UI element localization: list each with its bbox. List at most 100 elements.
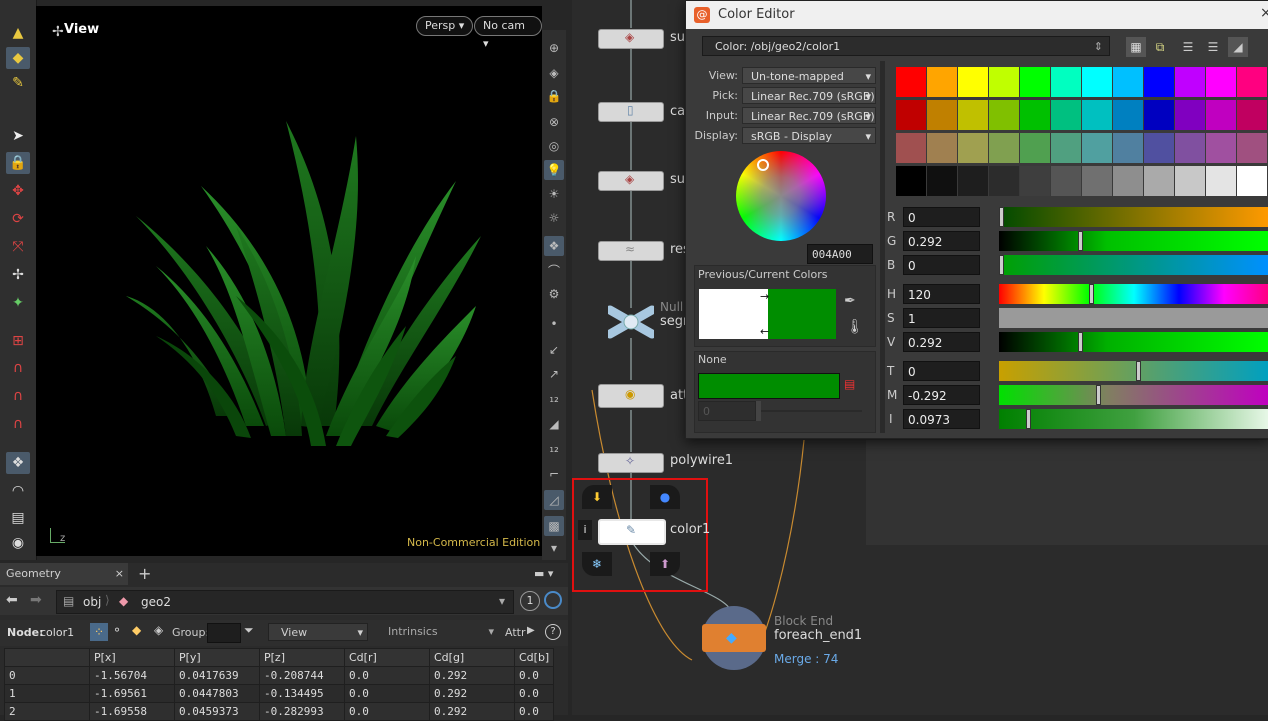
- copy-color-icon[interactable]: ⧉: [1150, 37, 1170, 57]
- palette-swatch[interactable]: [927, 166, 957, 196]
- palette-swatch[interactable]: [1051, 100, 1081, 130]
- palette-swatch[interactable]: [1082, 67, 1112, 97]
- normal-icon[interactable]: ↙: [544, 340, 564, 360]
- home-icon[interactable]: ⊗: [544, 112, 564, 132]
- previous-color-swatch[interactable]: [699, 289, 768, 339]
- light-icon[interactable]: 💡: [544, 160, 564, 180]
- channel-slider-r[interactable]: [999, 207, 1268, 227]
- palette-view-icon[interactable]: ▦: [1126, 37, 1146, 57]
- channel-thumb-i[interactable]: [1026, 409, 1031, 429]
- block-end-node[interactable]: ◆: [702, 606, 766, 670]
- frame-icon[interactable]: ◎: [544, 136, 564, 156]
- channel-slider-b[interactable]: [999, 255, 1268, 275]
- network-node[interactable]: ≈: [598, 241, 664, 261]
- snap-grid-icon[interactable]: ⊞: [6, 330, 30, 352]
- palette-swatch[interactable]: [1144, 166, 1174, 196]
- attr-label[interactable]: Attr: [505, 626, 525, 639]
- palette-swatch[interactable]: [958, 133, 988, 163]
- channel-thumb-r[interactable]: [999, 207, 1004, 227]
- path-geo[interactable]: geo2: [141, 595, 171, 609]
- merge-label[interactable]: Merge : 74: [774, 652, 838, 666]
- palette-swatch[interactable]: [1113, 67, 1143, 97]
- palette-swatch[interactable]: [1175, 133, 1205, 163]
- channel-input-i[interactable]: 0.0973: [903, 409, 980, 429]
- link-icon[interactable]: [544, 591, 562, 609]
- arrow-select-icon[interactable]: ➤: [6, 125, 30, 147]
- textures-icon[interactable]: ⚙: [544, 284, 564, 304]
- palette-swatch[interactable]: [1206, 133, 1236, 163]
- channel-input-m[interactable]: -0.292: [903, 385, 980, 405]
- table-row[interactable]: 0 -1.56704 0.0417639 -0.208744 0.0 0.292…: [4, 666, 555, 685]
- channel-thumb-m[interactable]: [1096, 385, 1101, 405]
- column-header[interactable]: P[y]: [174, 648, 260, 667]
- sliders-rgb-icon[interactable]: ☰: [1178, 37, 1198, 57]
- point-icon[interactable]: •: [544, 314, 564, 334]
- column-header[interactable]: Cd[b]: [513, 648, 555, 667]
- palette-swatch[interactable]: [1175, 166, 1205, 196]
- snap-prim-icon[interactable]: ∩: [6, 357, 30, 379]
- channel-slider-g[interactable]: [999, 231, 1268, 251]
- temperature-icon[interactable]: 🌡: [846, 319, 864, 335]
- rotate-tool-icon[interactable]: ⟳: [6, 208, 30, 230]
- shadow-icon[interactable]: ☼: [544, 208, 564, 228]
- points-mode-icon[interactable]: ⁘: [90, 623, 108, 641]
- select-triangle-icon[interactable]: ▲: [6, 22, 30, 44]
- pin-count[interactable]: 1: [520, 591, 540, 611]
- view-dropdown[interactable]: View ▾: [268, 623, 368, 641]
- handle-tool-icon[interactable]: ✦: [6, 292, 30, 314]
- pane-splitter[interactable]: [880, 61, 885, 433]
- channel-input-v[interactable]: 0.292: [903, 332, 980, 352]
- hex-input[interactable]: 004A00: [807, 244, 873, 264]
- network-node[interactable]: ✧: [598, 453, 664, 473]
- palette-swatch[interactable]: [958, 67, 988, 97]
- prim-number-icon[interactable]: ₁₂: [544, 438, 564, 458]
- palette-swatch[interactable]: [1144, 67, 1174, 97]
- info-icon[interactable]: i: [578, 520, 592, 540]
- view-menu-icon[interactable]: ✢: [52, 24, 64, 40]
- back-icon[interactable]: ⬅: [6, 592, 18, 608]
- select-diamond-icon[interactable]: ◆: [6, 47, 30, 69]
- render-icon[interactable]: ▤: [6, 507, 30, 529]
- palette-swatch[interactable]: [1113, 100, 1143, 130]
- palette-swatch[interactable]: [927, 133, 957, 163]
- palette-swatch[interactable]: [1082, 100, 1112, 130]
- palette-swatch[interactable]: [1206, 67, 1236, 97]
- display-dropdown[interactable]: sRGB - Display ▾: [742, 127, 876, 144]
- scroll-down-icon[interactable]: ▾: [544, 538, 564, 558]
- pose-tool-icon[interactable]: ✢: [6, 264, 30, 286]
- snap-point-icon[interactable]: ∩: [6, 385, 30, 407]
- color-wheel-handle[interactable]: [757, 159, 769, 171]
- prim-icon[interactable]: ◢: [544, 414, 564, 434]
- channel-input-b[interactable]: 0: [903, 255, 980, 275]
- palette-swatch[interactable]: [896, 67, 926, 97]
- intrinsics-dropdown[interactable]: Intrinsics ▾: [374, 623, 498, 641]
- network-node[interactable]: ◈: [598, 171, 664, 191]
- palette-swatch[interactable]: [989, 100, 1019, 130]
- primitives-mode-icon[interactable]: ◆: [132, 623, 141, 637]
- palette-swatch[interactable]: [1020, 133, 1050, 163]
- background-icon[interactable]: ▩: [544, 516, 564, 536]
- swap-right-icon[interactable]: →: [760, 290, 769, 303]
- camera-icon[interactable]: ◉: [6, 532, 30, 554]
- detail-mode-icon[interactable]: ◈: [154, 623, 163, 637]
- camera-dropdown[interactable]: No cam ▾: [474, 16, 542, 50]
- palette-swatch[interactable]: [958, 100, 988, 130]
- channel-thumb-b[interactable]: [999, 255, 1004, 275]
- palette-swatch[interactable]: [1020, 67, 1050, 97]
- sliders-tmi-icon[interactable]: ◢: [1228, 37, 1248, 57]
- palette-swatch[interactable]: [1082, 133, 1112, 163]
- lock-icon[interactable]: 🔒: [6, 152, 30, 174]
- persp-dropdown[interactable]: Persp ▾: [416, 16, 474, 36]
- column-header[interactable]: Cd[g]: [429, 648, 515, 667]
- palette-swatch[interactable]: [896, 100, 926, 130]
- palette-swatch[interactable]: [1144, 133, 1174, 163]
- help-icon[interactable]: ?: [545, 624, 561, 640]
- pane-layout-icon[interactable]: ▬ ▾: [534, 563, 553, 585]
- palette-swatch[interactable]: [989, 133, 1019, 163]
- network-node[interactable]: ◉: [598, 384, 664, 408]
- ghost-icon[interactable]: ◈: [544, 63, 564, 83]
- network-node[interactable]: ▯: [598, 102, 664, 122]
- edge-icon[interactable]: ⌐: [544, 464, 564, 484]
- template-flag-icon[interactable]: ⬆: [650, 552, 680, 576]
- state-icon[interactable]: ◠: [6, 480, 30, 502]
